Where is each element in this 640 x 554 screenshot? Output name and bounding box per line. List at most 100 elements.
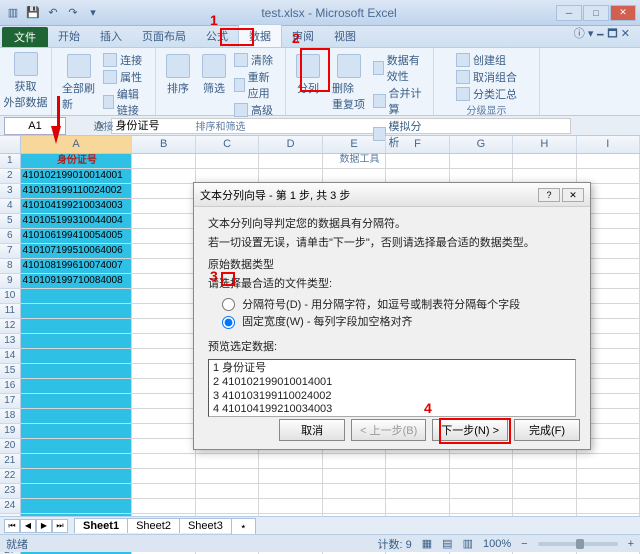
cancel-button[interactable]: 取消 — [279, 419, 345, 441]
sheet-tab-new[interactable]: ⋆ — [231, 518, 256, 534]
cell[interactable] — [386, 469, 449, 484]
radio-fixed-width[interactable]: 固定宽度(W) - 每列字段加空格对齐 — [222, 314, 576, 332]
cell[interactable] — [577, 484, 640, 499]
sheet-tab-3[interactable]: Sheet3 — [179, 518, 232, 533]
row-header[interactable]: 23 — [0, 484, 21, 499]
refresh-all-button[interactable]: 全部刷新 — [58, 52, 99, 114]
cell[interactable] — [132, 469, 195, 484]
sheet-nav-next[interactable]: ▶ — [36, 519, 52, 533]
row-header[interactable]: 15 — [0, 364, 21, 379]
cell[interactable] — [259, 154, 322, 169]
undo-icon[interactable]: ↶ — [44, 4, 62, 22]
zoom-level[interactable]: 100% — [483, 538, 511, 550]
cell[interactable] — [21, 319, 133, 334]
tab-insert[interactable]: 插入 — [90, 25, 132, 47]
col-header-d[interactable]: D — [259, 136, 322, 153]
cell[interactable] — [132, 184, 195, 199]
row-header[interactable]: 18 — [0, 409, 21, 424]
cell[interactable] — [259, 484, 322, 499]
col-header-b[interactable]: B — [132, 136, 195, 153]
cell[interactable] — [196, 484, 259, 499]
reapply-button[interactable]: 重新应用 — [234, 69, 279, 101]
row-header[interactable]: 6 — [0, 229, 21, 244]
redo-icon[interactable]: ↷ — [64, 4, 82, 22]
cell[interactable] — [196, 154, 259, 169]
cell[interactable] — [21, 394, 133, 409]
sheet-nav-last[interactable]: ⏭ — [52, 519, 68, 533]
tab-formulas[interactable]: 公式 — [196, 25, 238, 47]
cell[interactable] — [132, 274, 195, 289]
cell[interactable]: 410108199610074007 — [21, 259, 133, 274]
cell[interactable] — [323, 454, 386, 469]
consolidate-button[interactable]: 合并计算 — [373, 85, 427, 117]
cell[interactable] — [132, 334, 195, 349]
cell[interactable] — [577, 469, 640, 484]
view-break-icon[interactable]: ▥ — [463, 537, 473, 550]
qat-dropdown-icon[interactable]: ▾ — [84, 4, 102, 22]
radio-delimited[interactable]: 分隔符号(D) - 用分隔字符，如逗号或制表符分隔每个字段 — [222, 297, 576, 315]
cell[interactable] — [259, 454, 322, 469]
col-header-a[interactable]: A — [21, 136, 133, 153]
cell[interactable] — [21, 424, 133, 439]
connections-button[interactable]: 连接 — [103, 52, 149, 68]
cell[interactable]: 410104199210034003 — [21, 199, 133, 214]
properties-button[interactable]: 属性 — [103, 69, 149, 85]
row-header[interactable]: 16 — [0, 379, 21, 394]
cell[interactable] — [513, 454, 576, 469]
subtotal-button[interactable]: 分类汇总 — [456, 86, 517, 102]
row-header[interactable]: 8 — [0, 259, 21, 274]
row-header[interactable]: 2 — [0, 169, 21, 184]
cell[interactable] — [132, 394, 195, 409]
cell[interactable] — [21, 484, 133, 499]
cell[interactable] — [21, 499, 133, 514]
preview-box[interactable]: 1 身份证号 2 410102199010014001 3 4101031991… — [208, 359, 576, 417]
cell[interactable] — [386, 484, 449, 499]
cell[interactable] — [450, 499, 513, 514]
get-external-data-button[interactable]: 获取 外部数据 — [0, 50, 52, 112]
group-button[interactable]: 创建组 — [456, 52, 517, 68]
select-all-corner[interactable] — [0, 136, 21, 153]
cell[interactable] — [132, 439, 195, 454]
cell[interactable] — [323, 484, 386, 499]
cell[interactable] — [132, 409, 195, 424]
row-header[interactable]: 14 — [0, 349, 21, 364]
cell[interactable] — [132, 214, 195, 229]
row-header[interactable]: 17 — [0, 394, 21, 409]
cell[interactable] — [21, 454, 133, 469]
cell[interactable] — [386, 499, 449, 514]
row-header[interactable]: 4 — [0, 199, 21, 214]
cell[interactable] — [577, 499, 640, 514]
row-header[interactable]: 13 — [0, 334, 21, 349]
cell[interactable] — [132, 499, 195, 514]
finish-button[interactable]: 完成(F) — [514, 419, 580, 441]
name-box[interactable]: A1 — [4, 117, 66, 135]
sheet-nav-first[interactable]: ⏮ — [4, 519, 20, 533]
cell[interactable] — [196, 469, 259, 484]
sheet-tab-2[interactable]: Sheet2 — [127, 518, 180, 533]
col-header-f[interactable]: F — [386, 136, 449, 153]
view-normal-icon[interactable]: ▦ — [422, 537, 432, 550]
row-header[interactable]: 1 — [0, 154, 21, 169]
cell[interactable] — [132, 484, 195, 499]
cell[interactable] — [21, 379, 133, 394]
close-button[interactable]: ✕ — [610, 5, 636, 21]
cell[interactable] — [21, 349, 133, 364]
edit-links-button[interactable]: 编辑链接 — [103, 86, 149, 118]
row-header[interactable]: 21 — [0, 454, 21, 469]
text-to-columns-button[interactable]: 分列 — [292, 52, 324, 98]
cell[interactable] — [132, 244, 195, 259]
cell[interactable] — [386, 154, 449, 169]
cell[interactable] — [323, 469, 386, 484]
maximize-button[interactable]: □ — [583, 5, 609, 21]
cell[interactable] — [132, 304, 195, 319]
sort-button[interactable]: 排序 — [162, 52, 194, 98]
row-header[interactable]: 7 — [0, 244, 21, 259]
cell[interactable]: 410105199310044004 — [21, 214, 133, 229]
col-header-e[interactable]: E — [323, 136, 386, 153]
cell[interactable]: 410107199510064006 — [21, 244, 133, 259]
ribbon-help-icon[interactable]: ⓘ ▾ 🗕 🗖 ✕ — [564, 22, 640, 47]
cell[interactable] — [513, 469, 576, 484]
next-button[interactable]: 下一步(N) > — [432, 419, 508, 441]
cell[interactable] — [577, 454, 640, 469]
advanced-button[interactable]: 高级 — [234, 102, 279, 118]
